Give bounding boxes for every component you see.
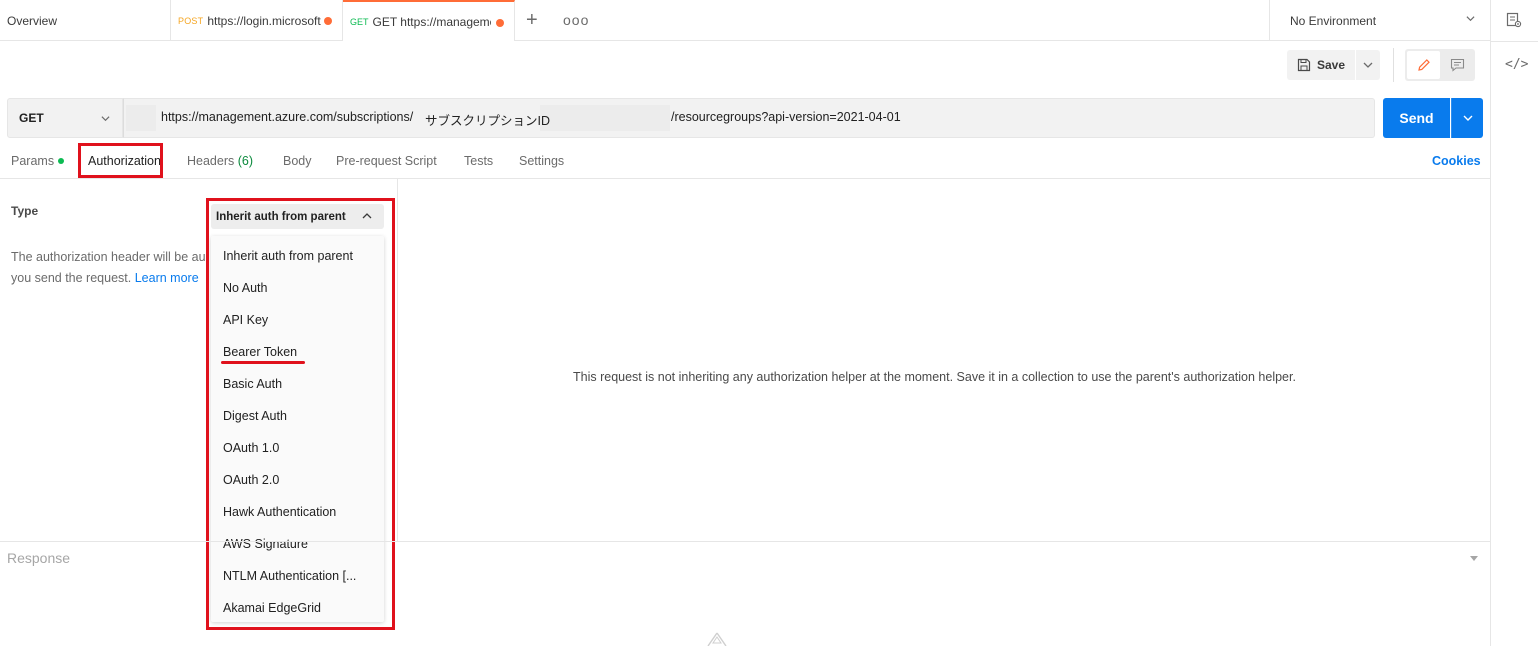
pencil-icon — [1417, 59, 1430, 71]
save-button[interactable]: Save — [1287, 50, 1355, 80]
auth-option-digest-auth[interactable]: Digest Auth — [223, 409, 287, 423]
send-button[interactable]: Send — [1383, 98, 1450, 138]
auth-description: The authorization header will be au you … — [11, 247, 211, 289]
tab-tests[interactable]: Tests — [464, 154, 493, 168]
more-tabs-icon[interactable]: ooo — [563, 12, 589, 28]
tab-settings[interactable]: Settings — [519, 154, 564, 168]
auth-option-basic-auth[interactable]: Basic Auth — [223, 377, 282, 391]
params-indicator-dot-icon — [58, 158, 65, 164]
comment-icon — [1450, 58, 1465, 72]
auth-option-hawk[interactable]: Hawk Authentication — [223, 505, 336, 519]
response-collapse-caret-icon[interactable] — [1470, 556, 1478, 561]
chevron-down-icon — [1463, 115, 1472, 121]
tab-method-post: POST — [178, 15, 204, 26]
learn-more-link[interactable]: Learn more — [135, 271, 199, 285]
environment-label: No Environment — [1290, 13, 1377, 28]
headers-count: (6) — [237, 154, 254, 168]
auth-description-text: you send the request. — [11, 271, 132, 285]
auth-option-akamai[interactable]: Akamai EdgeGrid — [223, 601, 321, 615]
tab-overview-label: Overview — [7, 13, 58, 28]
edit-mode-button[interactable] — [1407, 51, 1440, 79]
tab-body[interactable]: Body — [283, 154, 312, 168]
code-snippet-icon[interactable]: </> — [1505, 57, 1528, 72]
auth-option-oauth1[interactable]: OAuth 1.0 — [223, 441, 279, 455]
auth-pane-divider — [397, 179, 398, 541]
save-options-button[interactable] — [1356, 50, 1380, 80]
right-sidebar-divider — [1490, 41, 1538, 42]
redacted-region — [540, 105, 670, 131]
url-prefix: https://management.azure.com/subscriptio… — [161, 110, 414, 124]
chevron-down-icon — [1466, 16, 1475, 22]
chevron-down-icon — [1363, 62, 1373, 68]
auth-option-no-auth[interactable]: No Auth — [223, 281, 267, 295]
auth-option-api-key[interactable]: API Key — [223, 313, 268, 327]
auth-option-bearer-token[interactable]: Bearer Token — [223, 345, 297, 359]
tab-post-login[interactable]: POST https://login.microsoft — [171, 0, 343, 41]
request-tabs: Params Headers (6) Body Pre-request Scri… — [0, 145, 1490, 179]
chevron-up-icon — [362, 213, 372, 219]
tab-headers[interactable]: Headers (6) — [187, 154, 253, 168]
tab-method-get: GET — [350, 16, 369, 27]
url-suffix: /resourcegroups?api-version=2021-04-01 — [671, 110, 901, 124]
http-method-select[interactable]: GET — [7, 98, 123, 138]
auth-type-select[interactable]: Inherit auth from parent — [211, 204, 384, 229]
rocket-illustration-icon — [707, 632, 727, 646]
comments-mode-button[interactable] — [1442, 51, 1473, 79]
cookies-link[interactable]: Cookies — [1432, 154, 1481, 168]
http-method-value: GET — [19, 111, 44, 125]
url-subscription-id: サブスクリプションID — [425, 114, 551, 128]
auth-option-inherit[interactable]: Inherit auth from parent — [223, 249, 353, 263]
auth-type-label: Type — [11, 204, 39, 218]
auth-empty-message: This request is not inheriting any autho… — [573, 370, 1296, 384]
new-tab-plus-icon[interactable]: + — [526, 10, 538, 30]
right-sidebar — [1490, 0, 1538, 646]
tab-headers-label: Headers — [187, 154, 235, 168]
tab-params-label: Params — [11, 154, 55, 168]
auth-option-ntlm[interactable]: NTLM Authentication [... — [223, 569, 356, 583]
auth-type-selected: Inherit auth from parent — [216, 210, 346, 223]
toolbar-divider — [1393, 48, 1394, 82]
tab-params[interactable]: Params — [11, 154, 65, 168]
chevron-down-icon — [101, 116, 110, 122]
auth-option-oauth2[interactable]: OAuth 2.0 — [223, 473, 279, 487]
environment-select[interactable]: No Environment — [1269, 0, 1491, 41]
environment-quick-look-icon[interactable] — [1506, 12, 1522, 28]
tab-get-label: GET https://management — [372, 14, 491, 29]
save-label: Save — [1317, 58, 1346, 72]
auth-description-line-1: The authorization header will be au — [11, 250, 206, 264]
redacted-region — [126, 105, 156, 131]
unsaved-dot-icon — [496, 19, 504, 27]
tab-bar: Overview POST https://login.microsoft GE… — [0, 0, 1490, 41]
response-label: Response — [7, 550, 71, 566]
auth-description-line-2: you send the request. Learn more — [11, 268, 211, 289]
bearer-token-underline — [221, 361, 305, 364]
tab-pre-request-script[interactable]: Pre-request Script — [336, 154, 437, 168]
authorization-tab-highlight — [78, 143, 163, 178]
tab-overview[interactable]: Overview — [0, 0, 171, 41]
save-icon — [1297, 58, 1311, 72]
response-divider — [0, 541, 1490, 542]
send-options-button[interactable] — [1451, 98, 1483, 138]
unsaved-dot-icon — [324, 17, 332, 25]
send-label: Send — [1399, 110, 1434, 126]
auth-type-dropdown: Inherit auth from parent No Auth API Key… — [211, 236, 384, 622]
tab-post-label: https://login.microsoft — [207, 13, 321, 28]
tab-get-management[interactable]: GET GET https://management — [343, 0, 515, 41]
auth-option-aws-signature[interactable]: AWS Signature — [223, 537, 308, 551]
